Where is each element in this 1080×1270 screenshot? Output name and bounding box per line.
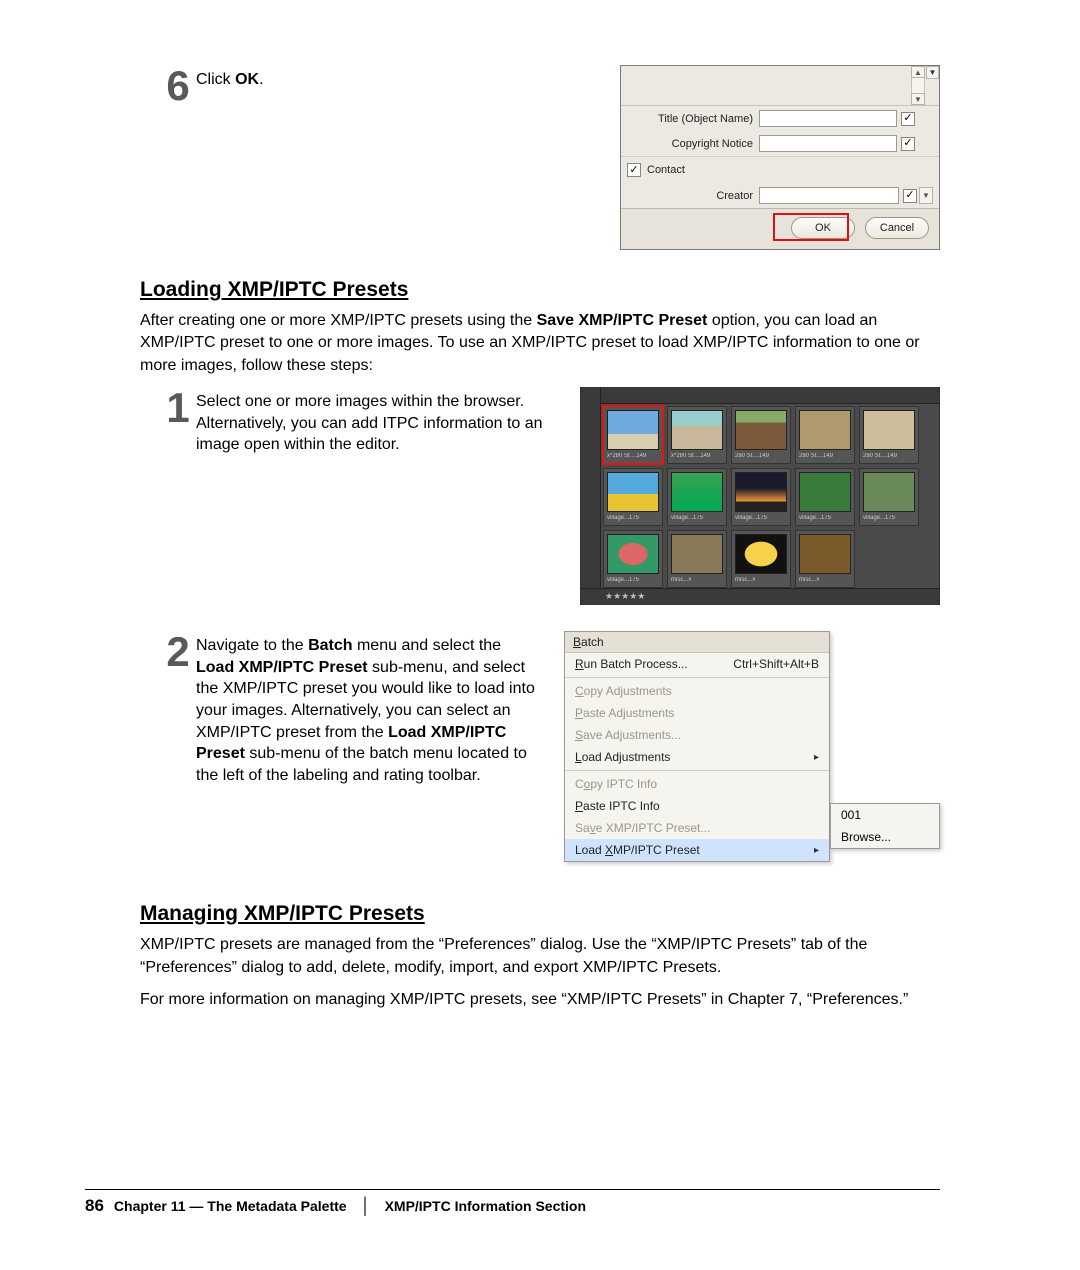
menu-item: Save XMP/IPTC Preset... bbox=[565, 817, 829, 839]
footer-chapter: Chapter 11 — The Metadata Palette bbox=[114, 1198, 347, 1214]
thumbnail[interactable]: village...175 bbox=[859, 468, 919, 526]
managing-p2: For more information on managing XMP/IPT… bbox=[140, 989, 940, 1011]
scroll-down-icon[interactable]: ▼ bbox=[919, 187, 933, 204]
footer-section: XMP/IPTC Information Section bbox=[385, 1198, 586, 1214]
thumbnail[interactable]: village...175 bbox=[603, 530, 663, 588]
dialog-preview: ▲ ▼ ▼ Title (Object Name) ✓ Copyright No… bbox=[620, 65, 940, 250]
dropdown-icon[interactable]: ▼ bbox=[926, 66, 939, 79]
thumbnail[interactable]: x*280 St....149 bbox=[603, 406, 663, 464]
creator-checkbox[interactable]: ✓ bbox=[903, 189, 917, 203]
heading-managing: Managing XMP/IPTC Presets bbox=[140, 902, 940, 926]
loading-paragraph: After creating one or more XMP/IPTC pres… bbox=[140, 310, 940, 377]
step-number: 2 bbox=[160, 631, 196, 673]
contact-checkbox[interactable]: ✓ bbox=[627, 163, 641, 177]
menu-item: Paste Adjustments bbox=[565, 702, 829, 724]
thumbnail[interactable]: 280 St....149 bbox=[795, 406, 855, 464]
step-text: Select one or more images within the bro… bbox=[196, 387, 556, 456]
menu-item: Copy IPTC Info bbox=[565, 773, 829, 795]
thumbnail[interactable]: x*280 St....149 bbox=[667, 406, 727, 464]
contact-section-label: Contact bbox=[647, 164, 685, 176]
step-1: 1 Select one or more images within the b… bbox=[160, 387, 556, 456]
footer-rule bbox=[85, 1189, 940, 1190]
creator-input[interactable] bbox=[759, 187, 899, 204]
thumbnail[interactable]: village...175 bbox=[731, 468, 791, 526]
step-text: Click OK. bbox=[196, 65, 264, 91]
rating-stars: ★★★★★ bbox=[605, 591, 645, 602]
thumbnail[interactable]: misc...x bbox=[667, 530, 727, 588]
menu-title[interactable]: Batch bbox=[565, 632, 829, 653]
thumbnail[interactable]: village...175 bbox=[795, 468, 855, 526]
thumbnail[interactable]: misc...x bbox=[731, 530, 791, 588]
thumbnail[interactable]: misc...x bbox=[795, 530, 855, 588]
step-text: Navigate to the Batch menu and select th… bbox=[196, 631, 540, 786]
menu-item[interactable]: Run Batch Process...Ctrl+Shift+Alt+B bbox=[565, 653, 829, 675]
menu-item[interactable]: Paste IPTC Info bbox=[565, 795, 829, 817]
menu-item[interactable]: Load Adjustments▸ bbox=[565, 746, 829, 768]
field-label-copyright: Copyright Notice bbox=[621, 138, 759, 150]
submenu-item[interactable]: Browse... bbox=[831, 826, 939, 848]
heading-loading: Loading XMP/IPTC Presets bbox=[140, 278, 940, 302]
menu-item: Copy Adjustments bbox=[565, 680, 829, 702]
thumbnail[interactable]: village...175 bbox=[667, 468, 727, 526]
field-label-creator: Creator bbox=[621, 190, 759, 202]
copyright-checkbox[interactable]: ✓ bbox=[901, 137, 915, 151]
page-number: 86 bbox=[85, 1196, 104, 1216]
step-6: 6 Click OK. bbox=[160, 65, 596, 107]
field-label-title: Title (Object Name) bbox=[621, 113, 759, 125]
page-footer: 86 Chapter 11 — The Metadata Palette │ X… bbox=[85, 1196, 586, 1216]
menu-preview: Batch Run Batch Process...Ctrl+Shift+Alt… bbox=[564, 631, 940, 862]
ok-button[interactable]: OK bbox=[791, 217, 855, 239]
thumbnail[interactable]: 280 St....149 bbox=[731, 406, 791, 464]
thumbnail[interactable]: 280 St....149 bbox=[859, 406, 919, 464]
copyright-input[interactable] bbox=[759, 135, 897, 152]
scroll-down-icon[interactable]: ▼ bbox=[911, 93, 925, 105]
thumbnail[interactable]: village...175 bbox=[603, 468, 663, 526]
scroll-up-icon[interactable]: ▲ bbox=[911, 66, 925, 78]
step-number: 6 bbox=[160, 65, 196, 107]
managing-p1: XMP/IPTC presets are managed from the “P… bbox=[140, 934, 940, 979]
title-checkbox[interactable]: ✓ bbox=[901, 112, 915, 126]
browser-preview: x*280 St....149x*280 St....149280 St....… bbox=[580, 387, 940, 605]
cancel-button[interactable]: Cancel bbox=[865, 217, 929, 239]
title-input[interactable] bbox=[759, 110, 897, 127]
step-2: 2 Navigate to the Batch menu and select … bbox=[160, 631, 540, 786]
chevron-right-icon: ▸ bbox=[814, 845, 819, 856]
menu-item[interactable]: Load XMP/IPTC Preset▸ bbox=[565, 839, 829, 861]
step-number: 1 bbox=[160, 387, 196, 429]
menu-item: Save Adjustments... bbox=[565, 724, 829, 746]
submenu-item[interactable]: 001 bbox=[831, 804, 939, 826]
chevron-right-icon: ▸ bbox=[814, 752, 819, 763]
